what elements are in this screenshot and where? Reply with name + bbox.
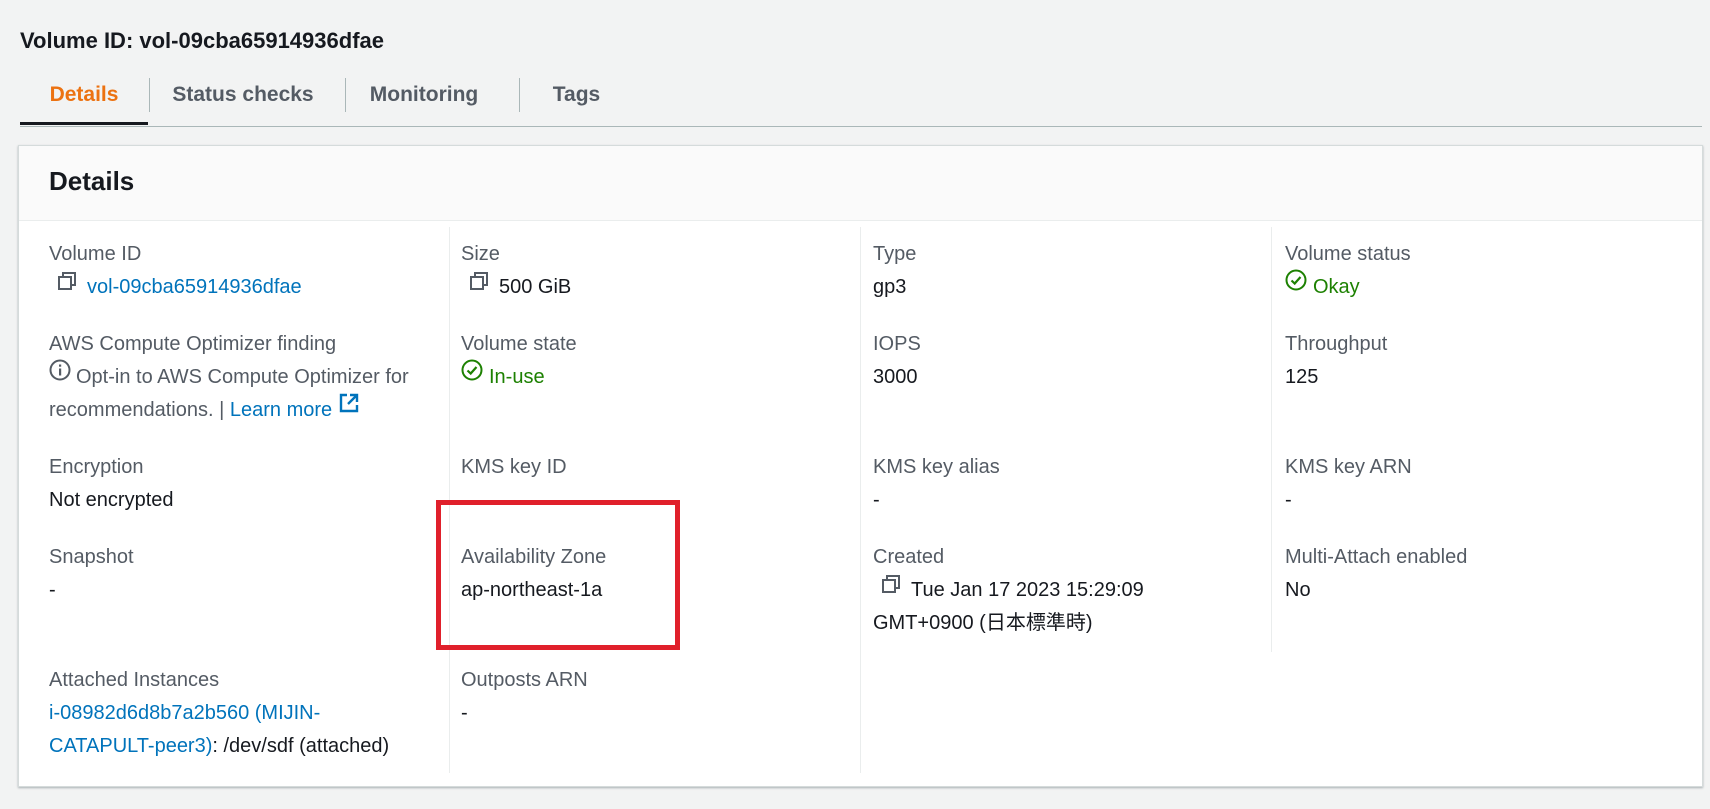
highlight-annotation	[436, 500, 680, 650]
kms-key-arn-value: -	[1285, 489, 1292, 511]
attachment-info: : /dev/sdf (attached)	[212, 735, 390, 757]
snapshot-value: -	[49, 579, 56, 601]
instance-link[interactable]: i-08982d6d8b7a2b560 (MIJIN-	[49, 702, 320, 724]
check-circle-icon	[461, 359, 483, 392]
panel-title: Details	[49, 166, 135, 196]
field-kms-key-alias: KMS key alias -	[873, 451, 1268, 517]
tab-details[interactable]: Details	[20, 74, 148, 125]
instance-link-continued[interactable]: CATAPULT-peer3)	[49, 735, 212, 757]
field-label: Created	[873, 546, 945, 568]
field-compute-optimizer: AWS Compute Optimizer finding Opt-in to …	[49, 328, 419, 427]
field-label: KMS key alias	[873, 456, 1000, 478]
tab-status-checks[interactable]: Status checks	[150, 74, 336, 124]
field-volume-state: Volume state In-use	[461, 328, 856, 394]
iops-value: 3000	[873, 366, 918, 388]
copy-icon[interactable]	[469, 269, 489, 302]
created-date: Tue Jan 17 2023 15:29:09	[911, 579, 1144, 601]
active-tab-indicator	[20, 122, 148, 125]
field-attached-instances: Attached Instances i-08982d6d8b7a2b560 (…	[49, 664, 444, 763]
field-label: Attached Instances	[49, 669, 220, 691]
field-label: Snapshot	[49, 546, 134, 568]
tab-label: Tags	[552, 83, 601, 106]
volume-status-value: Okay	[1313, 276, 1360, 298]
field-multi-attach: Multi-Attach enabled No	[1285, 541, 1680, 607]
field-label: Throughput	[1285, 333, 1388, 355]
created-timezone: GMT+0900 (日本標準時)	[873, 612, 1093, 635]
tab-bar: Details Status checks Monitoring Tags	[20, 74, 1702, 127]
field-label: Volume state	[461, 333, 577, 355]
field-label: KMS key ARN	[1285, 456, 1412, 478]
throughput-value: 125	[1285, 366, 1319, 388]
field-label: Volume status	[1285, 243, 1411, 265]
field-kms-key-id: KMS key ID	[461, 451, 856, 484]
field-size: Size 500 GiB	[461, 238, 856, 304]
field-snapshot: Snapshot -	[49, 541, 444, 607]
field-encryption: Encryption Not encrypted	[49, 451, 444, 517]
tab-label: Status checks	[172, 83, 314, 106]
field-label: Type	[873, 243, 917, 265]
copy-icon[interactable]	[57, 269, 77, 302]
field-volume-id: Volume ID vol-09cba65914936dfae	[49, 238, 444, 304]
field-label: Size	[461, 243, 500, 265]
external-link-icon[interactable]	[338, 392, 360, 425]
check-circle-icon	[1285, 269, 1307, 302]
field-created: Created Tue Jan 17 2023 15:29:09 GMT+090…	[873, 541, 1268, 640]
field-volume-status: Volume status Okay	[1285, 238, 1680, 304]
info-icon	[49, 359, 71, 392]
column-divider	[860, 227, 861, 773]
outposts-arn-value: -	[461, 702, 468, 724]
learn-more-link[interactable]: Learn more	[230, 399, 332, 421]
field-type: Type gp3	[873, 238, 1268, 304]
tab-label: Details	[49, 83, 119, 106]
field-label: Multi-Attach enabled	[1285, 546, 1468, 568]
tab-label: Monitoring	[369, 83, 479, 106]
field-outposts-arn: Outposts ARN -	[461, 664, 856, 730]
details-panel: Details Volume ID vol-09cba65914936dfae …	[18, 145, 1703, 787]
field-label: KMS key ID	[461, 456, 567, 478]
field-throughput: Throughput 125	[1285, 328, 1680, 394]
volume-state-value: In-use	[489, 366, 545, 388]
separator: |	[219, 399, 225, 422]
field-label: Volume ID	[49, 243, 142, 265]
field-label: AWS Compute Optimizer finding	[49, 333, 337, 355]
field-label: Outposts ARN	[461, 669, 588, 691]
panel-header: Details	[19, 146, 1702, 221]
encryption-value: Not encrypted	[49, 489, 174, 511]
kms-key-alias-value: -	[873, 489, 880, 511]
copy-icon[interactable]	[881, 572, 901, 605]
field-kms-key-arn: KMS key ARN -	[1285, 451, 1680, 517]
field-label: IOPS	[873, 333, 921, 355]
field-iops: IOPS 3000	[873, 328, 1268, 394]
column-divider	[1271, 227, 1272, 652]
multi-attach-value: No	[1285, 579, 1311, 601]
size-value: 500 GiB	[499, 276, 572, 298]
tab-monitoring[interactable]: Monitoring	[346, 74, 502, 124]
type-value: gp3	[873, 276, 907, 298]
volume-id-link[interactable]: vol-09cba65914936dfae	[87, 276, 302, 298]
page-title: Volume ID: vol-09cba65914936dfae	[20, 28, 384, 53]
tab-tags[interactable]: Tags	[520, 74, 633, 124]
field-label: Encryption	[49, 456, 144, 478]
